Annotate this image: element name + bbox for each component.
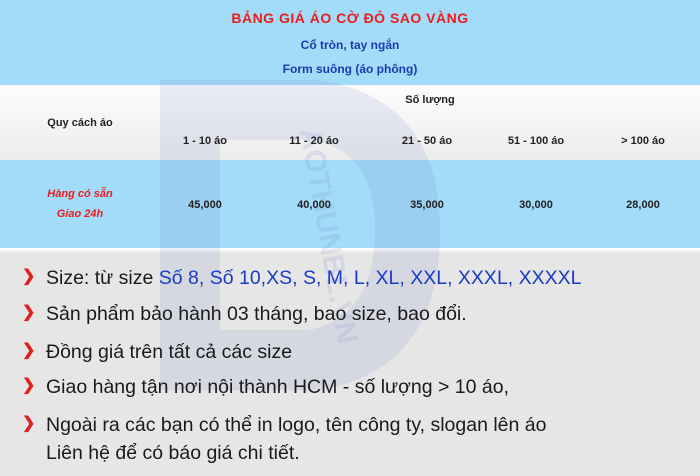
price-cell-5: 28,000 <box>626 199 660 211</box>
bullet-arrow-icon: ❯ <box>22 342 36 359</box>
price-cell-1: 45,000 <box>188 199 222 211</box>
column-header-1: 1 - 10 áo <box>182 135 228 147</box>
size-list: Số 8, Số 10,XS, S, M, L, XL, XXL, XXXL, … <box>158 267 582 289</box>
column-header-3: 21 - 50 áo <box>401 135 453 147</box>
bullet-arrow-icon: ❯ <box>22 304 36 321</box>
price-cell-4: 30,000 <box>519 199 553 211</box>
row-label-stock: Hàng có sẵn <box>47 188 113 200</box>
column-header-2: 11 - 20 áo <box>289 135 339 147</box>
quantity-header: Số lượng <box>405 94 455 106</box>
size-prefix: Size: từ size <box>46 267 159 289</box>
spec-header: Quy cách áo <box>47 117 113 129</box>
price-cell-3: 35,000 <box>410 199 444 211</box>
column-header-5: > 100 áo <box>621 135 665 147</box>
price-cell-2: 40,000 <box>297 199 331 211</box>
bullet-arrow-icon: ❯ <box>22 415 36 432</box>
page-title: BẢNG GIÁ ÁO CỜ ĐỎ SAO VÀNG <box>231 10 469 26</box>
subtitle-form: Form suông (áo phông) <box>282 62 418 76</box>
bullet-arrow-icon: ❯ <box>22 377 36 394</box>
column-header-4: 51 - 100 áo <box>507 135 565 147</box>
row-label-delivery: Giao 24h <box>56 208 104 220</box>
subtitle-collar: Cổ tròn, tay ngắn <box>300 38 400 52</box>
bullet-arrow-icon: ❯ <box>22 268 36 285</box>
